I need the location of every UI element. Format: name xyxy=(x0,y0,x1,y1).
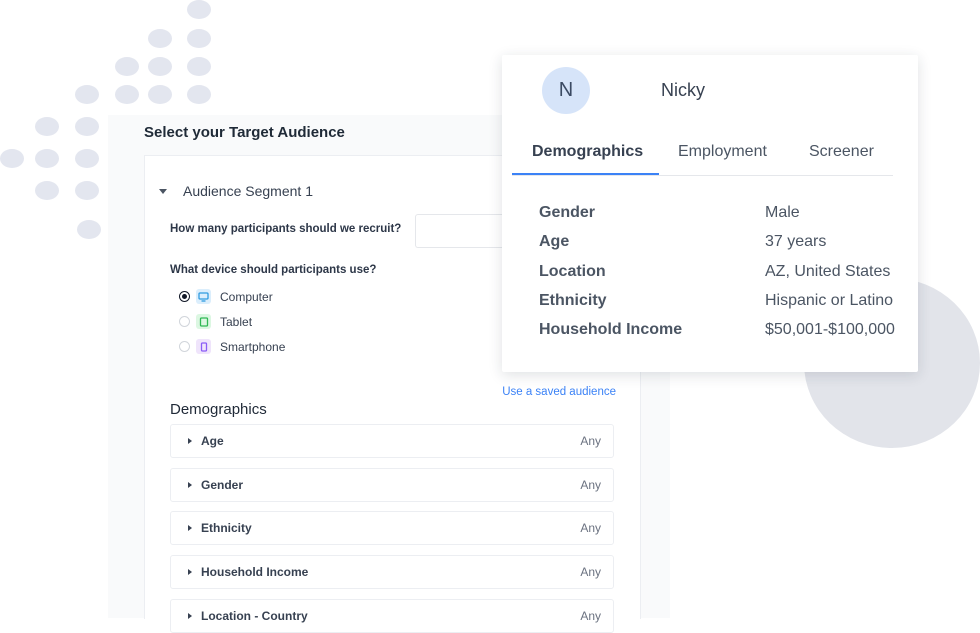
field-label: Gender xyxy=(539,204,596,221)
filter-row-household-income[interactable]: Household Income Any xyxy=(170,555,614,589)
chevron-down-icon xyxy=(159,188,167,194)
chevron-right-icon xyxy=(188,525,192,531)
field-label: Age xyxy=(539,233,570,250)
filter-row-location-country[interactable]: Location - Country Any xyxy=(170,599,614,633)
filter-row-gender[interactable]: Gender Any xyxy=(170,468,614,502)
device-label: Smartphone xyxy=(220,339,286,354)
field-label: Household Income xyxy=(539,321,683,338)
chevron-right-icon xyxy=(188,613,192,619)
decor-dot xyxy=(187,57,211,76)
filter-row-ethnicity[interactable]: Ethnicity Any xyxy=(170,511,614,545)
field-value: 37 years xyxy=(765,233,827,250)
avatar: N xyxy=(542,67,590,114)
decor-dot xyxy=(148,57,172,76)
device-option-smartphone[interactable]: Smartphone xyxy=(179,339,285,354)
decor-dot xyxy=(75,181,99,200)
participant-profile-card: N Nicky Demographics Employment Screener… xyxy=(502,55,918,372)
field-value: AZ, United States xyxy=(765,263,891,280)
decor-dot xyxy=(115,57,139,76)
filter-value: Any xyxy=(580,521,601,535)
filter-label: Household Income xyxy=(201,565,309,579)
decor-dot xyxy=(115,85,139,104)
filter-value: Any xyxy=(580,565,601,579)
chevron-right-icon xyxy=(188,569,192,575)
radio-selected[interactable] xyxy=(179,291,190,302)
decor-dot xyxy=(0,149,24,168)
recruit-question: How many participants should we recruit? xyxy=(170,223,402,235)
tablet-icon xyxy=(196,314,211,329)
device-question: What device should participants use? xyxy=(170,264,377,276)
demographics-heading: Demographics xyxy=(170,401,267,418)
participant-name: Nicky xyxy=(661,80,705,100)
filter-value: Any xyxy=(580,478,601,492)
filter-label: Location - Country xyxy=(201,609,308,623)
decor-dot xyxy=(75,117,99,136)
decor-dot xyxy=(35,181,59,200)
device-option-tablet[interactable]: Tablet xyxy=(179,314,252,329)
device-label: Tablet xyxy=(220,314,253,329)
active-tab-indicator xyxy=(512,173,659,175)
field-value: Hispanic or Latino xyxy=(765,292,894,309)
tab-screener[interactable]: Screener xyxy=(809,143,874,161)
field-value: $50,001-$100,000 xyxy=(765,321,895,338)
chevron-right-icon xyxy=(188,482,192,488)
decor-dot xyxy=(77,220,101,239)
decor-dot xyxy=(35,117,59,136)
use-saved-audience-link[interactable]: Use a saved audience xyxy=(502,386,616,398)
radio-unselected[interactable] xyxy=(179,341,190,352)
filter-value: Any xyxy=(580,609,601,623)
decor-dot xyxy=(148,85,172,104)
segment-toggle[interactable]: Audience Segment 1 xyxy=(159,183,313,199)
filter-label: Age xyxy=(201,434,224,448)
decor-dot xyxy=(35,149,59,168)
radio-unselected[interactable] xyxy=(179,316,190,327)
filter-label: Ethnicity xyxy=(201,521,252,535)
page-title: Select your Target Audience xyxy=(144,124,345,141)
filter-value: Any xyxy=(580,434,601,448)
smartphone-icon xyxy=(196,339,211,354)
field-label: Location xyxy=(539,263,606,280)
decor-dot xyxy=(148,29,172,48)
monitor-icon xyxy=(196,289,211,304)
field-value: Male xyxy=(765,204,800,221)
tab-employment[interactable]: Employment xyxy=(678,143,767,161)
decor-dot xyxy=(187,85,211,104)
decor-dot xyxy=(75,85,99,104)
decor-dot xyxy=(187,0,211,19)
profile-tabs: Demographics Employment Screener xyxy=(512,143,893,176)
segment-label: Audience Segment 1 xyxy=(183,183,313,199)
filter-label: Gender xyxy=(201,478,244,492)
device-option-computer[interactable]: Computer xyxy=(179,289,273,304)
device-label: Computer xyxy=(220,289,273,304)
filter-row-age[interactable]: Age Any xyxy=(170,424,614,458)
chevron-right-icon xyxy=(188,438,192,444)
decor-dot xyxy=(75,149,99,168)
decor-dot xyxy=(187,29,211,48)
tab-demographics[interactable]: Demographics xyxy=(532,143,643,161)
field-label: Ethnicity xyxy=(539,292,607,309)
